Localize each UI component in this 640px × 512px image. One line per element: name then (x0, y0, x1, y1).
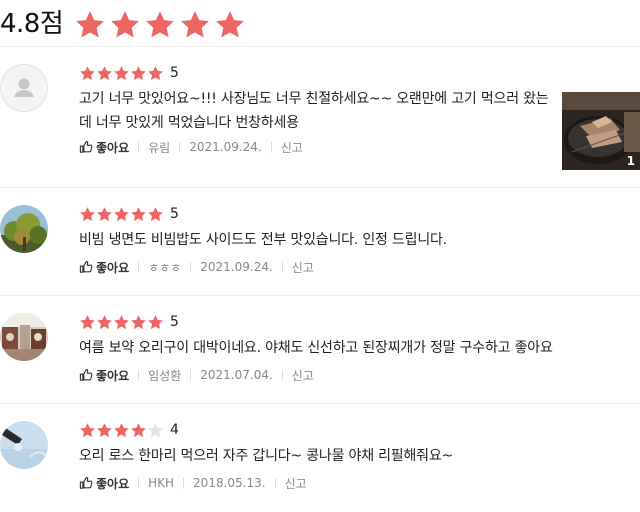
like-button[interactable]: 좋아요 (79, 367, 129, 384)
thumbs-up-icon (79, 476, 93, 489)
divider (281, 369, 283, 381)
review-item: 5 비빔 냉면도 비빔밥도 사이드도 전부 맛있습니다. 인정 드립니다. 좋아… (0, 188, 640, 296)
star-icon (131, 315, 146, 330)
review-meta: 좋아요 임성환 2021.07.04. 신고 (79, 367, 314, 383)
report-link[interactable]: 신고 (292, 259, 314, 276)
like-button[interactable]: 좋아요 (79, 475, 129, 492)
review-date: 2021.07.04. (200, 368, 273, 382)
like-button[interactable]: 좋아요 (79, 139, 129, 156)
star-icon (148, 315, 163, 330)
star-icon (131, 66, 146, 81)
review-text-line: 여름 보약 오리구이 대박이네요. 야채도 신선하고 된장찌개가 정말 구수하고… (79, 340, 553, 356)
thumbs-up-icon (79, 368, 93, 381)
average-score: 4.8점 (0, 9, 64, 39)
star-icon (80, 423, 95, 438)
default-avatar-icon[interactable] (0, 64, 48, 112)
photo-count: 1 (626, 154, 635, 168)
star-icon (131, 423, 146, 438)
rating-number: 5 (170, 314, 179, 330)
star-icon (216, 11, 244, 38)
like-button[interactable]: 좋아요 (79, 259, 129, 276)
star-icon (111, 11, 139, 38)
review-photo[interactable]: 1 (562, 92, 640, 170)
divider (183, 477, 185, 489)
star-icon (76, 11, 104, 38)
avatar[interactable] (0, 313, 48, 361)
star-icon (131, 207, 146, 222)
star-icon (97, 423, 112, 438)
divider (138, 141, 140, 153)
review-item: 4 오리 로스 한마리 먹으러 자주 갑니다~ 콩나물 야채 리필해줘요~ 좋아… (0, 404, 640, 512)
review-rating: 4 (79, 422, 179, 439)
review-date: 2021.09.24. (200, 260, 273, 274)
review-text: 비빔 냉면도 비빔밥도 사이드도 전부 맛있습니다. 인정 드립니다. (79, 228, 447, 252)
review-item: 5 여름 보약 오리구이 대박이네요. 야채도 신선하고 된장찌개가 정말 구수… (0, 296, 640, 404)
star-icon (97, 315, 112, 330)
divider (179, 141, 181, 153)
star-icon (148, 207, 163, 222)
like-label: 좋아요 (96, 260, 130, 275)
rating-number: 5 (170, 65, 179, 81)
divider (138, 261, 140, 273)
author-name[interactable]: HKH (148, 476, 174, 490)
divider (274, 477, 276, 489)
review-meta: 좋아요 ㅎㅎㅎ 2021.09.24. 신고 (79, 259, 314, 275)
star-icon (80, 207, 95, 222)
review-rating: 5 (79, 206, 179, 223)
divider (270, 141, 272, 153)
divider (138, 369, 140, 381)
divider (190, 369, 192, 381)
review-date: 2021.09.24. (189, 140, 262, 154)
author-name[interactable]: 임성환 (148, 367, 181, 384)
like-label: 좋아요 (96, 368, 130, 383)
star-icon (114, 315, 129, 330)
star-icon (114, 66, 129, 81)
avatar[interactable] (0, 205, 48, 253)
report-link[interactable]: 신고 (281, 139, 303, 156)
like-label: 좋아요 (96, 476, 130, 491)
report-link[interactable]: 신고 (285, 475, 307, 492)
rating-number: 4 (170, 422, 179, 438)
review-text-line: 고기 너무 맛있어요~!!! 사장님도 너무 친절하세요~~ 오랜만에 고기 먹… (79, 91, 549, 107)
star-icon (181, 11, 209, 38)
review-item: 5 고기 너무 맛있어요~!!! 사장님도 너무 친절하세요~~ 오랜만에 고기… (0, 47, 640, 188)
review-rating: 5 (79, 314, 179, 331)
author-name[interactable]: ㅎㅎㅎ (148, 259, 181, 276)
divider (281, 261, 283, 273)
review-meta: 좋아요 HKH 2018.05.13. 신고 (79, 475, 307, 491)
divider (138, 477, 140, 489)
star-icon (148, 66, 163, 81)
report-link[interactable]: 신고 (292, 367, 314, 384)
divider (190, 261, 192, 273)
review-date: 2018.05.13. (193, 476, 266, 490)
star-icon (148, 423, 163, 438)
rating-summary: 4.8점 (0, 0, 640, 47)
star-icon (80, 66, 95, 81)
thumbs-up-icon (79, 140, 93, 153)
star-icon (97, 207, 112, 222)
author-name[interactable]: 유림 (148, 139, 170, 156)
star-icon (97, 66, 112, 81)
star-icon (80, 315, 95, 330)
review-text-line: 데 너무 맛있게 먹었습니다 번창하세용 (79, 115, 299, 131)
review-text-line: 오리 로스 한마리 먹으러 자주 갑니다~ 콩나물 야채 리필해줘요~ (79, 448, 454, 464)
thumbs-up-icon (79, 260, 93, 273)
review-text: 오리 로스 한마리 먹으러 자주 갑니다~ 콩나물 야채 리필해줘요~ (79, 444, 453, 468)
avatar[interactable] (0, 421, 48, 469)
like-label: 좋아요 (96, 140, 130, 155)
star-icon (114, 423, 129, 438)
summary-stars (74, 9, 246, 41)
rating-number: 5 (170, 206, 179, 222)
star-icon (114, 207, 129, 222)
review-text: 고기 너무 맛있어요~!!! 사장님도 너무 친절하세요~~ 오랜만에 고기 먹… (79, 87, 549, 135)
review-text-line: 비빔 냉면도 비빔밥도 사이드도 전부 맛있습니다. 인정 드립니다. (79, 232, 447, 248)
review-rating: 5 (79, 65, 179, 82)
star-icon (146, 11, 174, 38)
review-text: 여름 보약 오리구이 대박이네요. 야채도 신선하고 된장찌개가 정말 구수하고… (79, 336, 553, 360)
review-meta: 좋아요 유림 2021.09.24. 신고 (79, 139, 303, 155)
